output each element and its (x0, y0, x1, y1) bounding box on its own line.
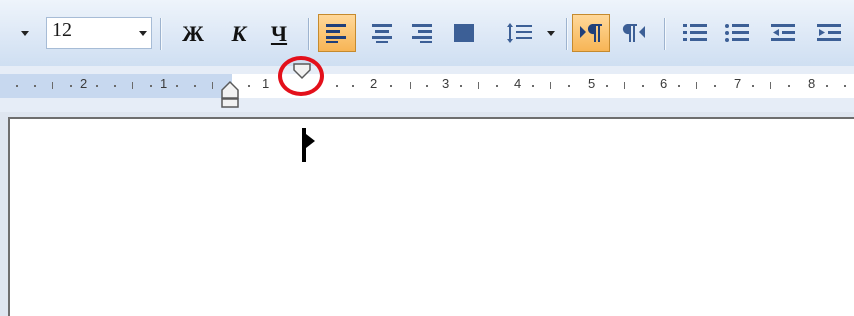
toolbar-separator (308, 18, 310, 50)
ruler-number: 4 (514, 76, 522, 91)
justify-icon (454, 24, 474, 42)
rtl-paragraph-icon (622, 24, 645, 42)
ruler-tick (752, 85, 754, 87)
ruler-tick (336, 85, 338, 87)
bullet-list-button[interactable] (718, 14, 756, 52)
bold-label: Ж (182, 21, 204, 46)
align-left-button[interactable] (318, 14, 356, 52)
ruler-tick (844, 85, 846, 87)
increase-indent-button[interactable] (810, 14, 848, 52)
ruler-tick (460, 85, 462, 87)
toolbar-separator (160, 18, 162, 50)
ruler-tick (410, 82, 411, 89)
increase-indent-icon (817, 24, 841, 41)
ruler-tick (426, 85, 428, 87)
ruler-text-area (232, 74, 854, 98)
ruler-tick (550, 82, 551, 89)
italic-label: К (231, 21, 247, 46)
line-spacing-button[interactable] (498, 14, 542, 52)
ruler-tick (132, 82, 133, 89)
ruler-number: 1 (262, 76, 270, 91)
line-spacing-icon (507, 23, 532, 43)
text-cursor-icon (302, 128, 315, 162)
ruler-tick (568, 85, 570, 87)
ruler-tick (606, 85, 608, 87)
ltr-paragraph-icon (580, 24, 602, 42)
ruler-tick (642, 85, 644, 87)
ruler-number: 7 (734, 76, 742, 91)
ruler-tick (532, 85, 534, 87)
ruler-tick (114, 85, 116, 87)
line-spacing-dropdown-arrow[interactable] (544, 19, 558, 47)
ruler-tick (714, 85, 716, 87)
ruler-tick (696, 82, 697, 89)
align-center-icon (372, 24, 392, 43)
ruler-tick (496, 85, 498, 87)
document-page[interactable] (8, 117, 854, 316)
ltr-direction-button[interactable] (572, 14, 610, 52)
decrease-indent-icon (771, 24, 795, 41)
ruler-tick (788, 85, 790, 87)
ruler-number: 8 (808, 76, 816, 91)
align-left-icon (326, 24, 346, 43)
ruler-tick (624, 82, 625, 89)
rtl-direction-button[interactable] (616, 14, 652, 52)
ruler-tick (176, 85, 178, 87)
ruler-tick (194, 85, 196, 87)
ruler-number: 2 (80, 76, 88, 91)
font-size-value: 12 (52, 19, 72, 41)
ruler-number: 6 (660, 76, 668, 91)
ruler-tick (352, 85, 354, 87)
ruler-tick (150, 85, 152, 87)
ruler-tick (16, 85, 18, 87)
ruler-number: 5 (588, 76, 596, 91)
underline-label: Ч (270, 21, 288, 46)
left-indent-marker-icon[interactable] (220, 80, 240, 110)
bullet-list-icon (725, 24, 749, 42)
ruler-tick (478, 82, 479, 89)
ruler-tick (70, 85, 72, 87)
ruler-number: 1 (160, 76, 168, 91)
ruler-tick (96, 85, 98, 87)
ruler-tick (390, 85, 392, 87)
align-right-button[interactable] (404, 14, 440, 52)
toolbar-separator (664, 18, 666, 50)
ruler-tick (678, 85, 680, 87)
align-center-button[interactable] (364, 14, 400, 52)
align-right-icon (412, 24, 432, 43)
numbered-list-button[interactable] (676, 14, 714, 52)
ruler-number: 3 (442, 76, 450, 91)
underline-button[interactable]: Ч (264, 17, 294, 51)
ruler-tick (770, 82, 771, 89)
italic-button[interactable]: К (224, 17, 254, 51)
ruler-tick (52, 82, 53, 89)
ruler-tick (212, 82, 213, 89)
ruler-tick (248, 85, 250, 87)
toolbar-separator (566, 18, 568, 50)
justify-button[interactable] (446, 14, 482, 52)
numbered-list-icon (683, 24, 707, 41)
ruler-tick (826, 85, 828, 87)
bold-button[interactable]: Ж (176, 17, 210, 51)
font-size-dropdown-arrow[interactable] (136, 19, 150, 47)
ruler-tick (34, 85, 36, 87)
ruler-number: 2 (370, 76, 378, 91)
font-name-dropdown-arrow[interactable] (18, 19, 32, 47)
highlight-circle (278, 56, 324, 96)
decrease-indent-button[interactable] (764, 14, 802, 52)
